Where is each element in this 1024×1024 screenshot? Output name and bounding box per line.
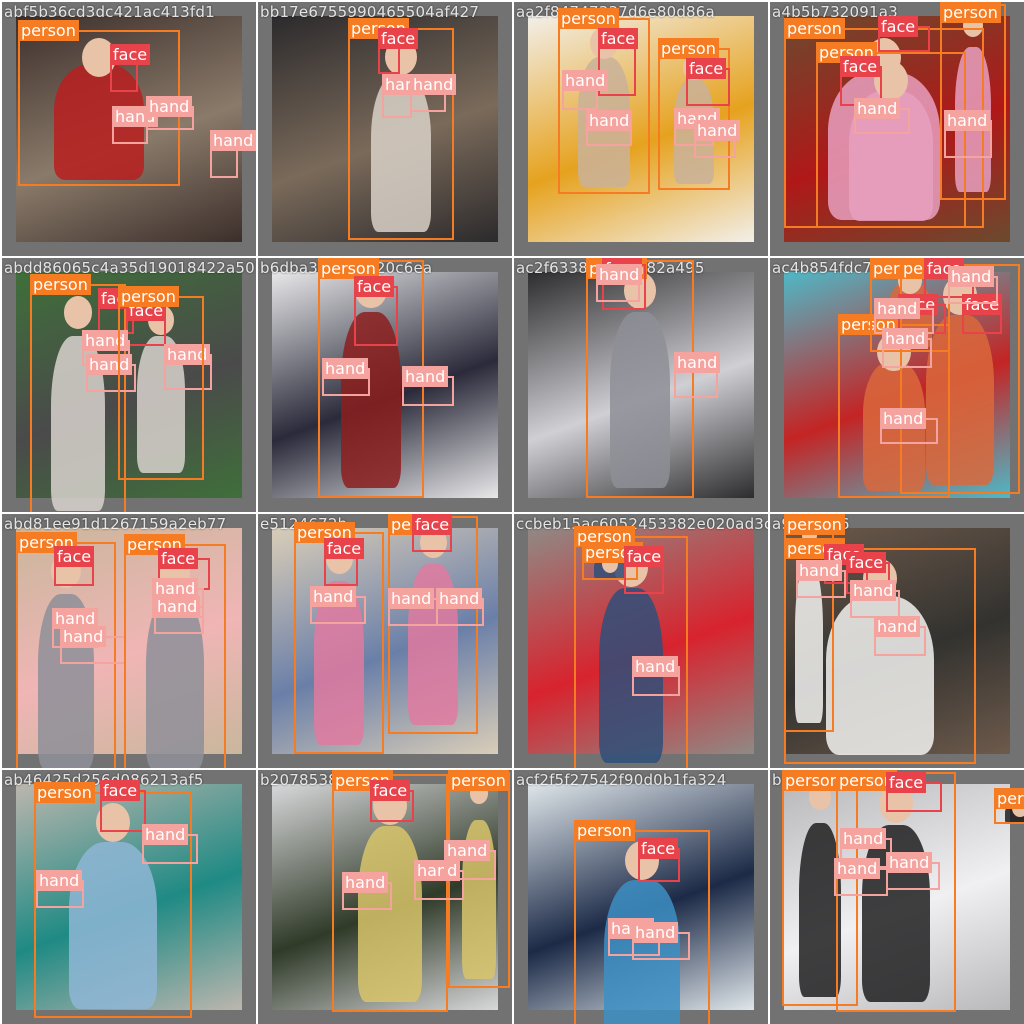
person-box-label: person [118, 286, 179, 307]
mosaic-tile: aa2f84747337d6e80d86apersonfacehandhandp… [514, 2, 768, 256]
mosaic-tile: acf2f5f27542f90d0b1fa324personfacehandha… [514, 770, 768, 1024]
hand-box-label: hand [388, 588, 435, 609]
hand-box-label: hand [882, 328, 929, 349]
face-box-label: face [354, 276, 395, 297]
hand-box-label: hand [834, 858, 881, 879]
face-box-label: face [624, 546, 665, 567]
face-box-label: face [598, 28, 639, 49]
hand-box-label: hand [60, 626, 107, 647]
hand-box-label: hand [210, 130, 256, 151]
mosaic-tile: b6dba3ae163d20c6eapersonfacehandhand [258, 258, 512, 512]
face-box-label: face [370, 780, 411, 801]
hand-box-label: hand [586, 110, 633, 131]
hand-box-label: hand [142, 824, 189, 845]
face-box-label: face [100, 780, 141, 801]
face-box-label: face [412, 514, 453, 535]
hand-box-label: hand [154, 596, 201, 617]
tile-image-id: abd81ee91d1267159a2eb77 [4, 515, 227, 533]
mosaic-tile: e5124672bpersonfacehandpersonfacehandhan… [258, 514, 512, 768]
hand-box-label: hand [146, 96, 193, 117]
person-box-label: person [18, 20, 79, 41]
mosaic-tile: ac4b854fdc7f824personpersonpersonfacefac… [770, 258, 1024, 512]
person-bounding-box [118, 296, 204, 480]
hand-box-label: hand [632, 922, 679, 943]
mosaic-tile: a4b5b732091a3 person person person face face h… [770, 2, 1024, 256]
hand-box-label: hand [436, 588, 483, 609]
tile-image-id: b2078538 [260, 771, 338, 789]
person-bounding-box [348, 28, 454, 240]
mosaic-tile: a9145186personpersonfacefacehandhandhand [770, 514, 1024, 768]
mosaic-tile: abd81ee91d1267159a2eb77 person face hand han… [2, 514, 256, 768]
tile-image-id: acf2f5f27542f90d0b1fa324 [516, 771, 727, 789]
mosaic-tile: abf5b36cd3dc421ac413fd1 person face hand han… [2, 2, 256, 256]
person-box-label: person [574, 820, 635, 841]
mosaic-tile: ccbeb15ac6052453382e020ad3c8 person person… [514, 514, 768, 768]
hand-box-label: hand [948, 266, 995, 287]
hand-box-label: hand [596, 264, 643, 285]
person-box-label: person [658, 38, 719, 59]
hand-box-label: hand [674, 352, 721, 373]
hand-box-label: hand [402, 366, 449, 387]
face-box-label: face [110, 44, 151, 65]
hand-box-label: hand [310, 586, 357, 607]
face-box-label: face [158, 548, 199, 569]
face-box-label: face [686, 58, 727, 79]
face-box-label: face [54, 546, 95, 567]
hand-box-label: hand [850, 580, 897, 601]
person-box-label: person [34, 782, 95, 803]
hand-box-label: hand [874, 298, 921, 319]
hand-box-label: hand [944, 110, 991, 131]
person-box-label: person [448, 770, 509, 791]
hand-box-label: hand [874, 616, 921, 637]
tile-image-id: ccbeb15ac6052453382e020ad3c8 [516, 515, 768, 533]
mosaic-tile: b1d0f9a393personpersonpersonfacehandhand… [770, 770, 1024, 1024]
person-box-label: person [784, 18, 845, 39]
person-bounding-box [940, 4, 1006, 200]
mosaic-tile: abdd86065c4a35d19018422a5078personfacefa… [2, 258, 256, 512]
person-box-label: person [558, 8, 619, 29]
face-box-label: face [886, 772, 927, 793]
mosaic-tile: ac2f6338130d9282a495personfacehandhand [514, 258, 768, 512]
mosaic-tile: bb17e6755990465504af427personfacehandhan… [258, 2, 512, 256]
hand-box-label: hand [342, 872, 389, 893]
hand-box-label: hand [840, 828, 887, 849]
hand-box-label: hand [36, 870, 83, 891]
face-box-label: face [846, 552, 887, 573]
person-box-label: person [784, 514, 845, 535]
hand-box-label: hand [410, 74, 457, 95]
hand-box-label: hand [562, 70, 609, 91]
face-box-label: face [638, 838, 679, 859]
training-batch-mosaic: abf5b36cd3dc421ac413fd1 person face hand han… [0, 0, 1024, 1024]
hand-box-label: hand [632, 656, 679, 677]
tile-image-id: abf5b36cd3dc421ac413fd1 [4, 3, 215, 21]
hand-box-label: hand [694, 120, 741, 141]
mosaic-tile: b2078538 person person face hand hand hand [258, 770, 512, 1024]
hand-box-label: hand [796, 560, 843, 581]
hand-box-label: hand [880, 408, 927, 429]
person-box-label: person [782, 770, 843, 791]
hand-box-label: hand [444, 840, 491, 861]
person-box-label: person [940, 2, 1001, 23]
face-box-label: face [324, 538, 365, 559]
hand-box-label: hand [854, 98, 901, 119]
face-box-label: face [878, 16, 919, 37]
hand-box-label: hand [322, 358, 369, 379]
person-box-label: person [30, 274, 91, 295]
person-box-label: person [994, 788, 1024, 809]
hand-box-label: hand [886, 852, 933, 873]
face-box-label: face [840, 56, 881, 77]
mosaic-tile: ab46425d256d086213af5personfacehandhand [2, 770, 256, 1024]
face-box-label: face [378, 28, 419, 49]
